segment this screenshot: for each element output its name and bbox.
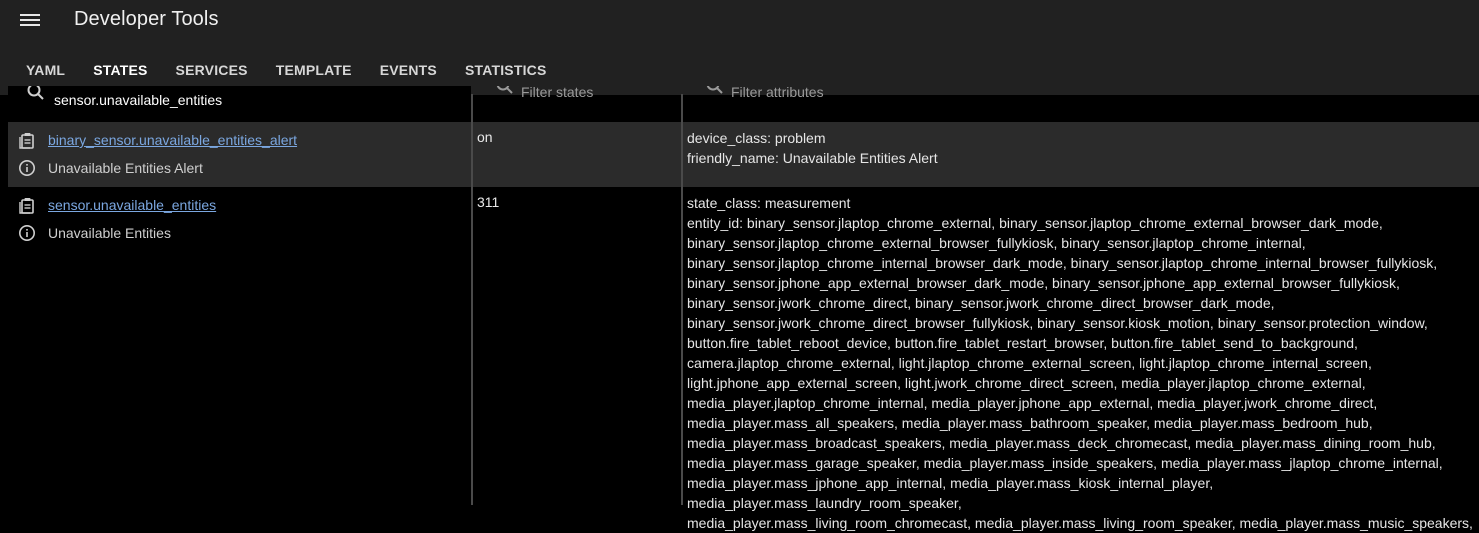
attribute-line: light.jphone_app_external_screen, light.… [687, 373, 1477, 393]
attribute-line: binary_sensor.jphone_app_external_browse… [687, 273, 1477, 293]
search-icon [495, 86, 515, 96]
attribute-line: device_class: problem [687, 128, 1477, 148]
tab-services[interactable]: SERVICES [162, 52, 262, 88]
page-title: Developer Tools [74, 8, 219, 31]
friendly-name: Unavailable Entities Alert [48, 160, 203, 176]
attributes-cell: state_class: measurement entity_id: bina… [687, 193, 1477, 533]
entity-link[interactable]: binary_sensor.unavailable_entities_alert [48, 132, 297, 148]
attribute-line: media_player.mass_living_room_chromecast… [687, 513, 1477, 533]
attributes-filter-input[interactable] [731, 86, 881, 104]
attributes-filter [683, 86, 1479, 122]
attribute-line: binary_sensor.jwork_chrome_direct_browse… [687, 313, 1477, 333]
attribute-line: media_player.mass_jphone_app_internal, m… [687, 473, 1477, 513]
table-row: sensor.unavailable_entities Unavailable … [8, 187, 1479, 517]
attribute-line: camera.jlaptop_chrome_external, light.jl… [687, 353, 1477, 373]
attributes-cell: device_class: problem friendly_name: Una… [687, 128, 1477, 168]
menu-button[interactable] [14, 6, 46, 34]
tab-statistics[interactable]: STATISTICS [451, 52, 561, 88]
attribute-line: media_player.mass_broadcast_speakers, me… [687, 433, 1477, 453]
attribute-line: entity_id: binary_sensor.jlaptop_chrome_… [687, 213, 1477, 233]
tab-states[interactable]: STATES [79, 52, 161, 88]
attribute-line: binary_sensor.jlaptop_chrome_internal_br… [687, 253, 1477, 273]
filter-row [8, 86, 1479, 122]
attribute-line: binary_sensor.jwork_chrome_direct, binar… [687, 293, 1477, 313]
state-value: on [477, 129, 493, 145]
attribute-line: state_class: measurement [687, 193, 1477, 213]
column-divider [471, 94, 473, 505]
hamburger-menu-icon [14, 6, 46, 34]
state-value: 311 [477, 194, 499, 210]
tab-template[interactable]: TEMPLATE [262, 52, 366, 88]
attribute-line: button.fire_tablet_reboot_device, button… [687, 333, 1477, 353]
states-filter-input[interactable] [521, 86, 671, 104]
info-icon[interactable] [18, 159, 36, 177]
friendly-name: Unavailable Entities [48, 225, 171, 241]
attribute-line: binary_sensor.jlaptop_chrome_external_br… [687, 233, 1477, 253]
app-header: Developer Tools YAML STATES SERVICES TEM… [0, 0, 1479, 95]
attribute-line: media_player.jlaptop_chrome_internal, me… [687, 393, 1477, 413]
info-icon[interactable] [18, 224, 36, 242]
attribute-line: media_player.mass_garage_speaker, media_… [687, 453, 1477, 473]
column-divider [681, 94, 683, 505]
clipboard-icon[interactable] [18, 131, 36, 149]
entity-link[interactable]: sensor.unavailable_entities [48, 197, 216, 213]
search-icon [705, 86, 725, 96]
tab-events[interactable]: EVENTS [366, 52, 451, 88]
table-row: binary_sensor.unavailable_entities_alert… [8, 122, 1479, 187]
attribute-line: media_player.mass_all_speakers, media_pl… [687, 413, 1477, 433]
search-icon [26, 86, 46, 102]
attribute-line: friendly_name: Unavailable Entities Aler… [687, 148, 1477, 168]
tab-yaml[interactable]: YAML [12, 52, 79, 88]
entity-filter-input[interactable] [54, 88, 454, 112]
clipboard-icon[interactable] [18, 196, 36, 214]
entity-filter [8, 86, 471, 124]
states-filter [473, 86, 681, 122]
